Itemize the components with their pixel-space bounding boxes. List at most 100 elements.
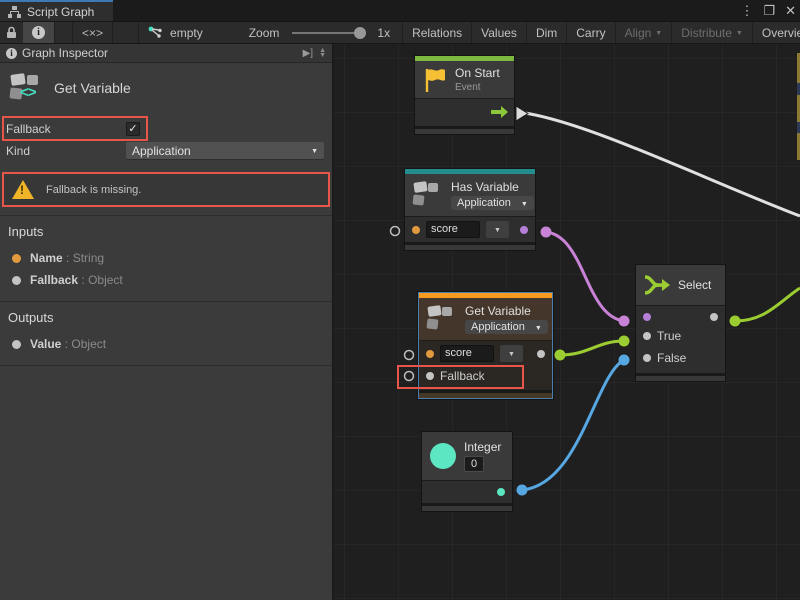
- kind-field-row: Kind Application ▼: [0, 139, 332, 162]
- true-port-dot[interactable]: [643, 332, 651, 340]
- flow-output-triangle[interactable]: [516, 106, 528, 121]
- warning-box: Fallback is missing.: [2, 172, 330, 207]
- zoom-slider-handle[interactable]: [354, 27, 366, 39]
- integer-value-field[interactable]: 0: [464, 456, 484, 472]
- wire-bool[interactable]: [546, 232, 624, 321]
- scroll-arrows[interactable]: ▲▼: [319, 48, 326, 58]
- false-port-dot[interactable]: [643, 354, 651, 362]
- maximize-icon[interactable]: ❐: [763, 0, 775, 21]
- inspected-node-title-block: <> Get Variable: [0, 63, 332, 117]
- variable-name-field[interactable]: score: [440, 345, 494, 362]
- condition-port-dot[interactable]: [643, 313, 651, 321]
- carry-button[interactable]: Carry: [567, 22, 615, 43]
- value-port-dot[interactable]: [537, 350, 545, 358]
- graph-reference-label: empty: [170, 26, 203, 40]
- selection-port-dot[interactable]: [710, 313, 718, 321]
- chevron-down-icon: ▼: [311, 148, 318, 155]
- align-button[interactable]: Align▼: [616, 22, 673, 43]
- name-port-dot[interactable]: [426, 350, 434, 358]
- distribute-button[interactable]: Distribute▼: [672, 22, 753, 43]
- node-integer[interactable]: Integer 0: [421, 431, 513, 512]
- select-false-port[interactable]: [619, 355, 630, 366]
- graph-reference-icon: [148, 26, 163, 39]
- flow-arrow-icon[interactable]: [490, 106, 508, 118]
- integer-output-port[interactable]: [517, 485, 528, 496]
- outputs-title: Outputs: [8, 310, 324, 325]
- select-true-port[interactable]: [619, 336, 630, 347]
- name-port-dot[interactable]: [412, 226, 420, 234]
- title-bar: Script Graph ⋮ ❐ ✕: [0, 0, 800, 21]
- get-variable-icon: [427, 305, 457, 333]
- result-port-dot[interactable]: [520, 226, 528, 234]
- tab-label: Script Graph: [27, 5, 94, 19]
- lock-button[interactable]: [0, 22, 23, 43]
- zoom-slider-track[interactable]: [292, 32, 364, 34]
- node-title: Select: [678, 278, 711, 292]
- graph-canvas[interactable]: On Start Event Has Variable Application: [334, 44, 800, 600]
- tab-script-graph[interactable]: Script Graph: [0, 0, 113, 21]
- select-icon: [644, 274, 670, 296]
- has-variable-icon: [413, 181, 443, 209]
- values-button[interactable]: Values: [472, 22, 527, 43]
- fallback-checkbox[interactable]: ✓: [126, 122, 140, 136]
- integer-output-dot[interactable]: [497, 488, 505, 496]
- get-variable-value-port[interactable]: [555, 350, 566, 361]
- get-variable-name-ring-port[interactable]: [405, 351, 414, 360]
- object-port-dot: [12, 276, 21, 285]
- string-port-dot: [12, 254, 21, 263]
- node-title: Get Variable: [465, 304, 548, 318]
- lock-icon: [6, 26, 17, 39]
- true-port-label: True: [657, 329, 681, 343]
- graph-toolbar: i <×> empty Zoom 1x Relations Values Dim…: [0, 21, 800, 44]
- variable-picker-button[interactable]: ▼: [486, 221, 509, 238]
- select-output-port[interactable]: [730, 316, 741, 327]
- script-graph-icon: [8, 6, 21, 18]
- get-variable-fallback-ring-port[interactable]: [405, 372, 414, 381]
- node-on-start[interactable]: On Start Event: [414, 55, 515, 135]
- wire-flow[interactable]: [525, 113, 800, 216]
- window-menu-icon[interactable]: ⋮: [740, 0, 753, 21]
- kind-dropdown[interactable]: Application ▼: [465, 320, 548, 334]
- variable-name-field[interactable]: score: [426, 221, 480, 238]
- zoom-slider[interactable]: [288, 22, 368, 43]
- kind-field-label: Kind: [6, 144, 126, 158]
- node-get-variable[interactable]: Get Variable Application ▼ score ▼ Fallb…: [418, 292, 553, 399]
- graph-inspector-title: Graph Inspector: [22, 46, 108, 60]
- fallback-port-label: Fallback: [440, 369, 485, 383]
- chevron-down-icon: ▼: [736, 30, 743, 37]
- select-condition-port[interactable]: [619, 316, 630, 327]
- chevron-down-icon: ▼: [521, 201, 528, 208]
- fallback-port-dot[interactable]: [426, 372, 434, 380]
- code-preview-button[interactable]: <×>: [73, 22, 113, 43]
- dock-icon[interactable]: ▶]: [303, 48, 313, 59]
- dim-button[interactable]: Dim: [527, 22, 567, 43]
- overview-button[interactable]: Overview: [753, 22, 800, 43]
- kind-dropdown[interactable]: Application ▼: [451, 196, 534, 210]
- kind-dropdown-value: Application: [132, 144, 191, 158]
- integer-icon: [430, 443, 456, 469]
- node-has-variable[interactable]: Has Variable Application ▼ score ▼: [404, 168, 536, 251]
- input-row-name: Name : String: [8, 247, 324, 269]
- wires-layer: [334, 44, 800, 600]
- wire-object[interactable]: [560, 341, 624, 355]
- node-select[interactable]: Select True False: [635, 264, 726, 382]
- variable-picker-button[interactable]: ▼: [500, 345, 523, 362]
- code-icon: <×>: [82, 26, 103, 40]
- info-icon: i: [32, 26, 45, 39]
- kind-dropdown[interactable]: Application ▼: [126, 142, 324, 159]
- has-variable-output-port[interactable]: [541, 227, 552, 238]
- warning-icon: [12, 180, 34, 199]
- chevron-down-icon: ▼: [494, 227, 501, 234]
- wire-select-out[interactable]: [735, 288, 800, 321]
- inspector-toggle-button[interactable]: i: [23, 22, 55, 43]
- graph-inspector-header: i Graph Inspector ▶] ▲▼: [0, 44, 332, 63]
- flag-icon: [423, 67, 447, 93]
- close-icon[interactable]: ✕: [785, 0, 796, 21]
- graph-reference-button[interactable]: empty: [139, 22, 212, 43]
- has-variable-name-ring-port[interactable]: [391, 227, 400, 236]
- relations-button[interactable]: Relations: [403, 22, 472, 43]
- chevron-down-icon: ▼: [535, 325, 542, 332]
- input-row-fallback: Fallback : Object: [8, 269, 324, 291]
- section-divider: [0, 365, 332, 366]
- get-variable-icon: <>: [10, 73, 42, 103]
